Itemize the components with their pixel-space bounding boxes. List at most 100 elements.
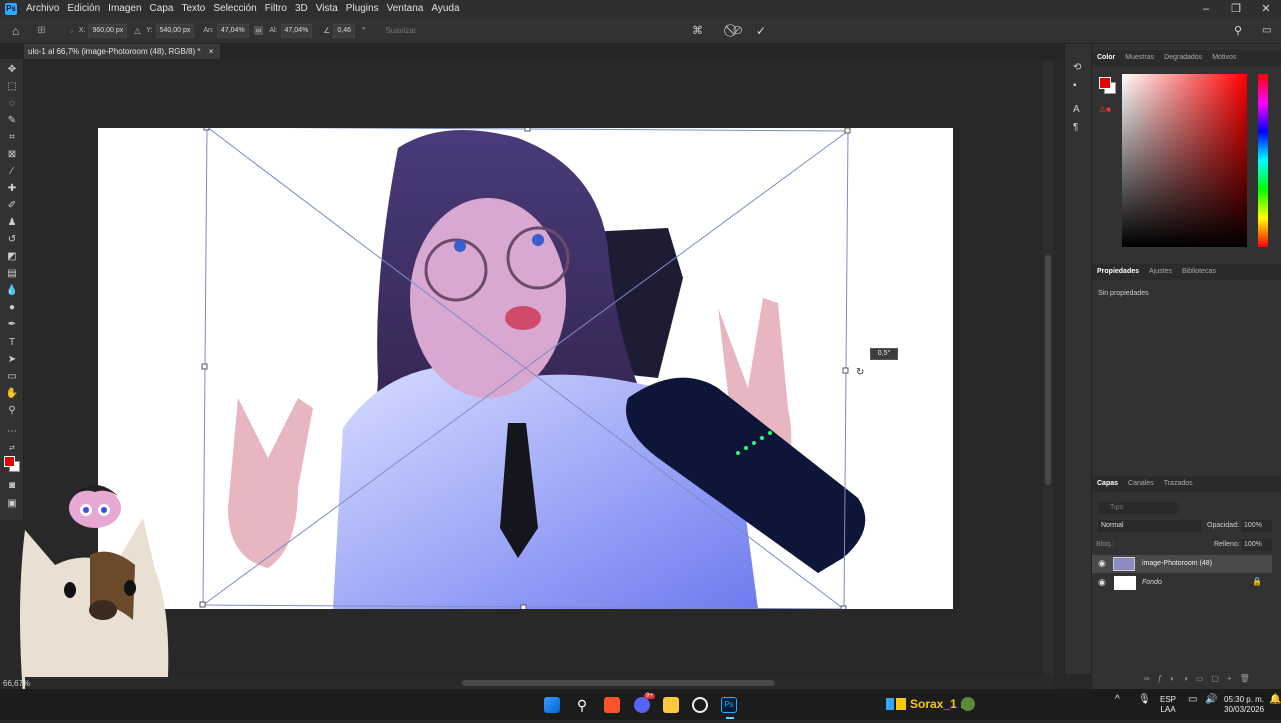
horizontal-scrollbar[interactable]	[25, 677, 1053, 689]
character-panel-icon[interactable]: A	[1073, 104, 1080, 115]
show-hidden-icons-icon[interactable]: ^	[1115, 695, 1120, 705]
layer-actions-bar[interactable]: ∞ƒ◐◑▭▢+🗑	[1144, 674, 1258, 683]
more-tools-icon[interactable]: ⋯	[5, 425, 19, 439]
hand-tool-icon[interactable]: ✋	[5, 387, 19, 401]
color-picker-field[interactable]	[1122, 74, 1247, 247]
menu-capa[interactable]: Capa	[146, 0, 178, 18]
layer-filter-input[interactable]: Tipo	[1098, 502, 1178, 514]
history-brush-tool-icon[interactable]: ↺	[5, 233, 19, 247]
tab-canales[interactable]: Canales	[1123, 476, 1159, 492]
tab-close-icon[interactable]: ×	[209, 47, 214, 56]
lasso-tool-icon[interactable]: ◌	[5, 97, 19, 111]
menu-archivo[interactable]: Archivo	[22, 0, 63, 18]
menu-texto[interactable]: Texto	[177, 0, 209, 18]
dodge-tool-icon[interactable]: ●	[5, 301, 19, 315]
network-icon[interactable]: ▭	[1188, 695, 1197, 705]
tab-bibliotecas[interactable]: Bibliotecas	[1177, 264, 1221, 280]
clock[interactable]: 05:30 p. m. 30/03/2026	[1224, 695, 1264, 715]
comments-panel-icon[interactable]: ▪	[1073, 80, 1077, 91]
cancel-transform-icon[interactable]: ⃠⊘	[733, 23, 742, 38]
menu-seleccion[interactable]: Selección	[209, 0, 260, 18]
width-field[interactable]: 47,04%	[216, 23, 249, 38]
default-colors-icon[interactable]: ⇄	[5, 442, 19, 456]
visibility-eye-icon[interactable]: ◉	[1098, 558, 1106, 569]
healing-tool-icon[interactable]: ✚	[5, 182, 19, 196]
blur-tool-icon[interactable]: 💧	[5, 284, 19, 298]
marquee-tool-icon[interactable]: ⬚	[5, 80, 19, 94]
height-field[interactable]: 47,04%	[280, 23, 313, 38]
angle-field[interactable]: 0,46	[333, 23, 356, 38]
tab-propiedades[interactable]: Propiedades	[1092, 264, 1144, 280]
microphone-icon[interactable]: 🎙	[1138, 695, 1151, 705]
zoom-level[interactable]: 66,67%	[3, 679, 30, 688]
menu-3d[interactable]: 3D	[291, 0, 312, 18]
document-canvas[interactable]	[98, 128, 953, 609]
type-tool-icon[interactable]: T	[5, 336, 19, 350]
tab-ajustes[interactable]: Ajustes	[1144, 264, 1177, 280]
y-field[interactable]: 540,00 px	[155, 23, 195, 38]
search-taskbar-icon[interactable]: ⚲	[574, 697, 590, 713]
move-tool-icon[interactable]: ✥	[5, 63, 19, 77]
menu-vista[interactable]: Vista	[312, 0, 342, 18]
menu-ayuda[interactable]: Ayuda	[427, 0, 463, 18]
menu-ventana[interactable]: Ventana	[383, 0, 428, 18]
notifications-icon[interactable]: 🔔	[1269, 695, 1281, 705]
stamp-tool-icon[interactable]: ♟	[5, 216, 19, 230]
gradient-tool-icon[interactable]: ▤	[5, 267, 19, 281]
paragraph-panel-icon[interactable]: ¶	[1073, 122, 1078, 133]
eyedropper-tool-icon[interactable]: ⁄	[5, 165, 19, 179]
vertical-scroll-thumb[interactable]	[1045, 255, 1051, 485]
blend-mode-select[interactable]: Normal	[1098, 520, 1202, 532]
workspace-icon[interactable]: ▭	[1262, 25, 1271, 36]
commit-transform-icon[interactable]: ✓	[756, 24, 766, 38]
tab-degradados[interactable]: Degradados	[1159, 50, 1207, 66]
brave-browser-icon[interactable]	[604, 697, 620, 713]
quick-select-tool-icon[interactable]: ✎	[5, 114, 19, 128]
color-foreground-swatch[interactable]	[1099, 77, 1111, 89]
crop-tool-icon[interactable]: ⌗	[5, 131, 19, 145]
tab-capas[interactable]: Capas	[1092, 476, 1123, 492]
layer-row-photoroom[interactable]: ◉ image-Photoroom (48)	[1092, 555, 1272, 573]
pen-tool-icon[interactable]: ✒	[5, 318, 19, 332]
brush-tool-icon[interactable]: ✐	[5, 199, 19, 213]
warp-icon[interactable]: ⌘	[692, 24, 703, 37]
hue-slider[interactable]	[1258, 74, 1268, 247]
menu-imagen[interactable]: Imagen	[104, 0, 145, 18]
interpolation-label[interactable]: Suavizar	[385, 26, 416, 35]
link-icon[interactable]: ∞	[253, 26, 264, 35]
vertical-scrollbar[interactable]	[1043, 60, 1053, 677]
fill-field[interactable]: 100%	[1242, 539, 1272, 551]
layer-name[interactable]: image-Photoroom (48)	[1142, 560, 1212, 567]
minimize-icon[interactable]: –	[1191, 0, 1221, 18]
windows-start-icon[interactable]	[544, 697, 560, 713]
path-select-tool-icon[interactable]: ➤	[5, 353, 19, 367]
document-tab[interactable]: ulo-1 al 66,7% (image-Photoroom (48), RG…	[24, 44, 220, 59]
volume-icon[interactable]: 🔊	[1205, 695, 1217, 705]
frame-tool-icon[interactable]: ⊠	[5, 148, 19, 162]
restore-icon[interactable]: ❐	[1221, 0, 1251, 18]
menu-edicion[interactable]: Edición	[63, 0, 104, 18]
zoom-tool-icon[interactable]: ⚲	[5, 404, 19, 418]
obs-icon[interactable]	[692, 697, 708, 713]
discord-icon[interactable]	[634, 697, 650, 713]
quick-mask-icon[interactable]: ◙	[5, 479, 19, 493]
menu-plugins[interactable]: Plugins	[342, 0, 383, 18]
shape-tool-icon[interactable]: ▭	[5, 370, 19, 384]
x-field[interactable]: 960,00 px	[88, 23, 128, 38]
eraser-tool-icon[interactable]: ◩	[5, 250, 19, 264]
tab-muestras[interactable]: Muestras	[1120, 50, 1159, 66]
screen-mode-icon[interactable]: ▣	[5, 497, 19, 511]
language-indicator[interactable]: ESP LAA	[1160, 695, 1176, 715]
close-icon[interactable]: ✕	[1251, 0, 1281, 18]
search-icon[interactable]: ⚲	[1234, 24, 1242, 37]
tab-motivos[interactable]: Motivos	[1207, 50, 1241, 66]
opacity-field[interactable]: 100%	[1242, 520, 1272, 532]
layer-name[interactable]: Fondo	[1142, 579, 1162, 586]
visibility-eye-icon[interactable]: ◉	[1098, 577, 1106, 588]
photoshop-taskbar-icon[interactable]: Ps	[721, 697, 737, 713]
tab-color[interactable]: Color	[1092, 50, 1120, 66]
menu-filtro[interactable]: Filtro	[261, 0, 291, 18]
file-explorer-icon[interactable]	[663, 697, 679, 713]
foreground-color-swatch[interactable]	[4, 456, 15, 467]
horizontal-scroll-thumb[interactable]	[462, 680, 775, 686]
